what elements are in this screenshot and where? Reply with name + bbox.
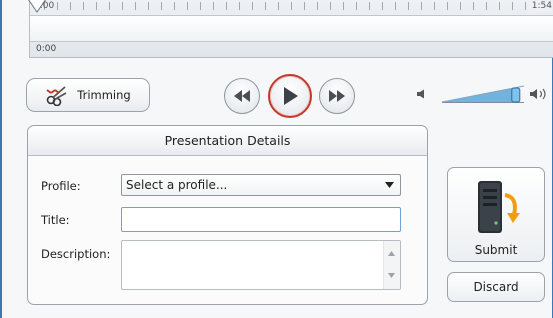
play-icon bbox=[284, 87, 298, 105]
timeline-tick bbox=[382, 2, 383, 10]
timeline-tick bbox=[525, 2, 526, 10]
timeline-tick bbox=[70, 2, 71, 10]
presentation-details-header: Presentation Details bbox=[28, 126, 427, 156]
timeline-tick bbox=[356, 2, 357, 10]
timeline-tick bbox=[434, 2, 435, 10]
timeline-tick bbox=[135, 2, 136, 10]
timeline-tick bbox=[226, 2, 227, 10]
trimming-button[interactable]: Trimming bbox=[26, 78, 150, 112]
timeline-tick bbox=[395, 2, 396, 10]
timeline-tick bbox=[408, 2, 409, 10]
profile-dropdown[interactable]: Select a profile... bbox=[121, 174, 401, 196]
timeline-tick bbox=[330, 2, 331, 10]
timeline-tick bbox=[304, 2, 305, 10]
scissors-icon bbox=[45, 84, 71, 106]
trimming-label: Trimming bbox=[77, 88, 131, 102]
volume-thumb[interactable] bbox=[511, 87, 521, 103]
timeline-tick bbox=[161, 2, 162, 10]
timeline-tick bbox=[486, 2, 487, 10]
description-label: Description: bbox=[41, 247, 111, 261]
fast-forward-button[interactable] bbox=[319, 78, 355, 114]
timeline-tick bbox=[343, 2, 344, 10]
fast-forward-icon bbox=[329, 90, 345, 102]
timeline-tick bbox=[239, 2, 240, 10]
media-upload-window: 0:00 1:54 0:00 Trimming Presentation Det… bbox=[0, 0, 553, 318]
play-button[interactable] bbox=[268, 74, 312, 118]
speaker-low-icon bbox=[417, 89, 424, 99]
speaker-high-icon bbox=[530, 88, 546, 100]
timeline-tick bbox=[317, 2, 318, 10]
submit-label: Submit bbox=[474, 243, 518, 257]
profile-label: Profile: bbox=[41, 179, 81, 193]
chevron-down-icon bbox=[385, 182, 394, 188]
timeline-ruler bbox=[30, 0, 553, 14]
timeline-tick bbox=[369, 2, 370, 10]
timeline-tick bbox=[83, 2, 84, 10]
timeline-tick bbox=[278, 2, 279, 10]
server-upload-icon bbox=[478, 181, 520, 233]
profile-selected-value: Select a profile... bbox=[126, 178, 228, 192]
playhead-marker[interactable] bbox=[27, 0, 47, 14]
timeline[interactable]: 0:00 1:54 0:00 bbox=[27, 0, 553, 58]
rewind-button[interactable] bbox=[224, 78, 260, 114]
timeline-tick bbox=[57, 2, 58, 10]
timeline-tick bbox=[148, 2, 149, 10]
timeline-track[interactable] bbox=[30, 15, 553, 42]
title-label: Title: bbox=[41, 213, 70, 227]
presentation-details-panel: Presentation Details Profile: Select a p… bbox=[27, 125, 428, 305]
timeline-tick bbox=[213, 2, 214, 10]
scroll-down-icon[interactable] bbox=[388, 273, 395, 278]
description-scrollbar[interactable] bbox=[383, 241, 400, 289]
timeline-tick bbox=[96, 2, 97, 10]
timeline-tick bbox=[421, 2, 422, 10]
timeline-position-label: 0:00 bbox=[36, 44, 57, 54]
timeline-tick bbox=[174, 2, 175, 10]
submit-button[interactable]: Submit bbox=[447, 167, 545, 262]
timeline-tick bbox=[187, 2, 188, 10]
timeline-tick bbox=[122, 2, 123, 10]
title-input[interactable] bbox=[121, 207, 401, 232]
timeline-tick bbox=[460, 2, 461, 10]
timeline-end-label: 1:54 bbox=[529, 1, 552, 11]
timeline-tick bbox=[512, 2, 513, 10]
timeline-tick bbox=[473, 2, 474, 10]
description-textarea[interactable] bbox=[121, 240, 401, 290]
scroll-up-icon[interactable] bbox=[388, 251, 395, 256]
rewind-icon bbox=[234, 90, 250, 102]
timeline-tick bbox=[200, 2, 201, 10]
volume-slider[interactable] bbox=[440, 84, 526, 104]
timeline-tick bbox=[291, 2, 292, 10]
timeline-tick bbox=[499, 2, 500, 10]
timeline-tick bbox=[265, 2, 266, 10]
timeline-tick bbox=[109, 2, 110, 10]
timeline-tick bbox=[252, 2, 253, 10]
timeline-tick bbox=[447, 2, 448, 10]
discard-button[interactable]: Discard bbox=[447, 272, 545, 302]
